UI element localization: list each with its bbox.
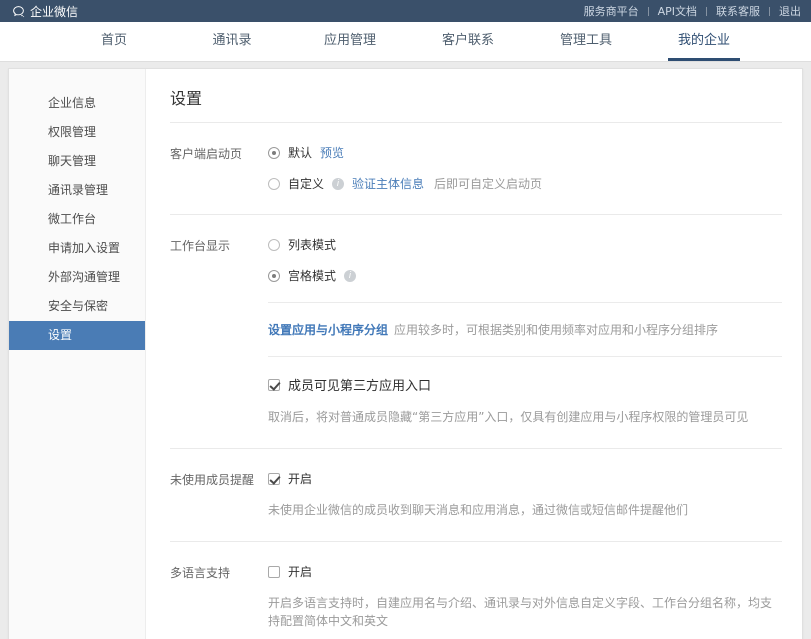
nav-app-management[interactable]: 应用管理 bbox=[291, 22, 409, 61]
checkbox-unused-reminder[interactable] bbox=[268, 473, 280, 485]
app-logo[interactable]: 企业微信 bbox=[12, 3, 78, 20]
topbar-link-logout[interactable]: 退出 bbox=[779, 3, 801, 19]
radio-default-launch[interactable] bbox=[268, 147, 280, 159]
settings-content: 设置 客户端启动页 默认 预览 自定义 验证主体信息 后即可自定义启动页 bbox=[146, 69, 802, 639]
third-party-desc: 取消后，将对普通成员隐藏“第三方应用”入口，仅具有创建应用与小程序权限的管理员可… bbox=[268, 408, 782, 426]
radio-default-label[interactable]: 默认 bbox=[288, 144, 312, 161]
multilanguage-desc: 开启多语言支持时，自建应用名与介绍、通讯录与对外信息自定义字段、工作台分组名称，… bbox=[268, 594, 782, 630]
section-label-workbench: 工作台显示 bbox=[170, 236, 268, 426]
nav-management-tools-label: 管理工具 bbox=[550, 22, 622, 61]
topbar-links: 服务商平台 API文档 联系客服 退出 bbox=[584, 3, 801, 19]
sidebar-item-chat-management[interactable]: 聊天管理 bbox=[9, 147, 145, 176]
info-icon bbox=[332, 178, 344, 190]
preview-link[interactable]: 预览 bbox=[320, 144, 344, 161]
nav-my-company[interactable]: 我的企业 bbox=[645, 22, 763, 61]
nav-my-company-label: 我的企业 bbox=[668, 22, 740, 61]
page-background: 企业信息 权限管理 聊天管理 通讯录管理 微工作台 申请加入设置 外部沟通管理 … bbox=[0, 62, 811, 639]
nav-contacts[interactable]: 通讯录 bbox=[173, 22, 291, 61]
separator bbox=[769, 7, 770, 16]
section-label-multilanguage: 多语言支持 bbox=[170, 563, 268, 630]
topbar: 企业微信 服务商平台 API文档 联系客服 退出 bbox=[0, 0, 811, 22]
sidebar-item-micro-workbench[interactable]: 微工作台 bbox=[9, 205, 145, 234]
sidebar: 企业信息 权限管理 聊天管理 通讯录管理 微工作台 申请加入设置 外部沟通管理 … bbox=[9, 69, 146, 639]
topbar-link-service-platform[interactable]: 服务商平台 bbox=[584, 3, 639, 19]
nav-management-tools[interactable]: 管理工具 bbox=[527, 22, 645, 61]
nav-home-label: 首页 bbox=[91, 22, 137, 61]
checkbox-third-party-label[interactable]: 成员可见第三方应用入口 bbox=[288, 375, 431, 394]
nav-customer-relations-label: 客户联系 bbox=[432, 22, 504, 61]
page-title: 设置 bbox=[170, 85, 782, 109]
nav-contacts-label: 通讯录 bbox=[202, 22, 261, 61]
section-multilanguage-support: 多语言支持 开启 开启多语言支持时，自建应用名与介绍、通讯录与对外信息自定义字段… bbox=[170, 541, 782, 639]
verify-identity-link[interactable]: 验证主体信息 bbox=[352, 175, 424, 192]
topbar-link-api-docs[interactable]: API文档 bbox=[658, 3, 697, 19]
radio-custom-launch[interactable] bbox=[268, 178, 280, 190]
radio-custom-label[interactable]: 自定义 bbox=[288, 175, 324, 192]
sidebar-item-join-settings[interactable]: 申请加入设置 bbox=[9, 234, 145, 263]
section-unused-member-reminder: 未使用成员提醒 开启 未使用企业微信的成员收到聊天消息和应用消息，通过微信或短信… bbox=[170, 448, 782, 541]
checkbox-unused-reminder-label[interactable]: 开启 bbox=[288, 470, 312, 487]
app-grouping-link[interactable]: 设置应用与小程序分组 bbox=[268, 321, 388, 338]
section-label-launch-page: 客户端启动页 bbox=[170, 144, 268, 192]
checkbox-multilanguage[interactable] bbox=[268, 566, 280, 578]
section-client-launch-page: 客户端启动页 默认 预览 自定义 验证主体信息 后即可自定义启动页 bbox=[170, 122, 782, 214]
divider bbox=[268, 302, 782, 303]
nav-home[interactable]: 首页 bbox=[55, 22, 173, 61]
radio-list-mode-label[interactable]: 列表模式 bbox=[288, 236, 336, 253]
topbar-link-contact-support[interactable]: 联系客服 bbox=[716, 3, 760, 19]
nav-customer-relations[interactable]: 客户联系 bbox=[409, 22, 527, 61]
sidebar-item-security[interactable]: 安全与保密 bbox=[9, 292, 145, 321]
sidebar-item-permission-management[interactable]: 权限管理 bbox=[9, 118, 145, 147]
radio-list-mode[interactable] bbox=[268, 239, 280, 251]
sidebar-item-company-info[interactable]: 企业信息 bbox=[9, 89, 145, 118]
info-icon bbox=[344, 270, 356, 282]
app-title: 企业微信 bbox=[30, 3, 78, 20]
checkbox-multilanguage-label[interactable]: 开启 bbox=[288, 563, 312, 580]
radio-grid-mode[interactable] bbox=[268, 270, 280, 282]
section-workbench-display: 工作台显示 列表模式 宫格模式 设置应用与小程序分组 应用较多时，可根据类别 bbox=[170, 214, 782, 448]
divider bbox=[268, 356, 782, 357]
main-nav: 首页 通讯录 应用管理 客户联系 管理工具 我的企业 bbox=[0, 22, 811, 62]
radio-grid-mode-label[interactable]: 宫格模式 bbox=[288, 267, 336, 284]
separator bbox=[648, 7, 649, 16]
checkbox-third-party-entry[interactable] bbox=[268, 379, 280, 391]
sidebar-item-external-communication[interactable]: 外部沟通管理 bbox=[9, 263, 145, 292]
unused-reminder-desc: 未使用企业微信的成员收到聊天消息和应用消息，通过微信或短信邮件提醒他们 bbox=[268, 501, 782, 519]
sidebar-item-settings[interactable]: 设置 bbox=[9, 321, 145, 350]
sidebar-item-contacts-management[interactable]: 通讯录管理 bbox=[9, 176, 145, 205]
separator bbox=[706, 7, 707, 16]
verify-suffix-text: 后即可自定义启动页 bbox=[434, 175, 542, 192]
wechat-work-logo-icon bbox=[12, 5, 25, 18]
nav-app-management-label: 应用管理 bbox=[314, 22, 386, 61]
section-label-unused-reminder: 未使用成员提醒 bbox=[170, 470, 268, 519]
app-grouping-desc: 应用较多时，可根据类别和使用频率对应用和小程序分组排序 bbox=[394, 321, 718, 338]
main-container: 企业信息 权限管理 聊天管理 通讯录管理 微工作台 申请加入设置 外部沟通管理 … bbox=[8, 68, 803, 639]
